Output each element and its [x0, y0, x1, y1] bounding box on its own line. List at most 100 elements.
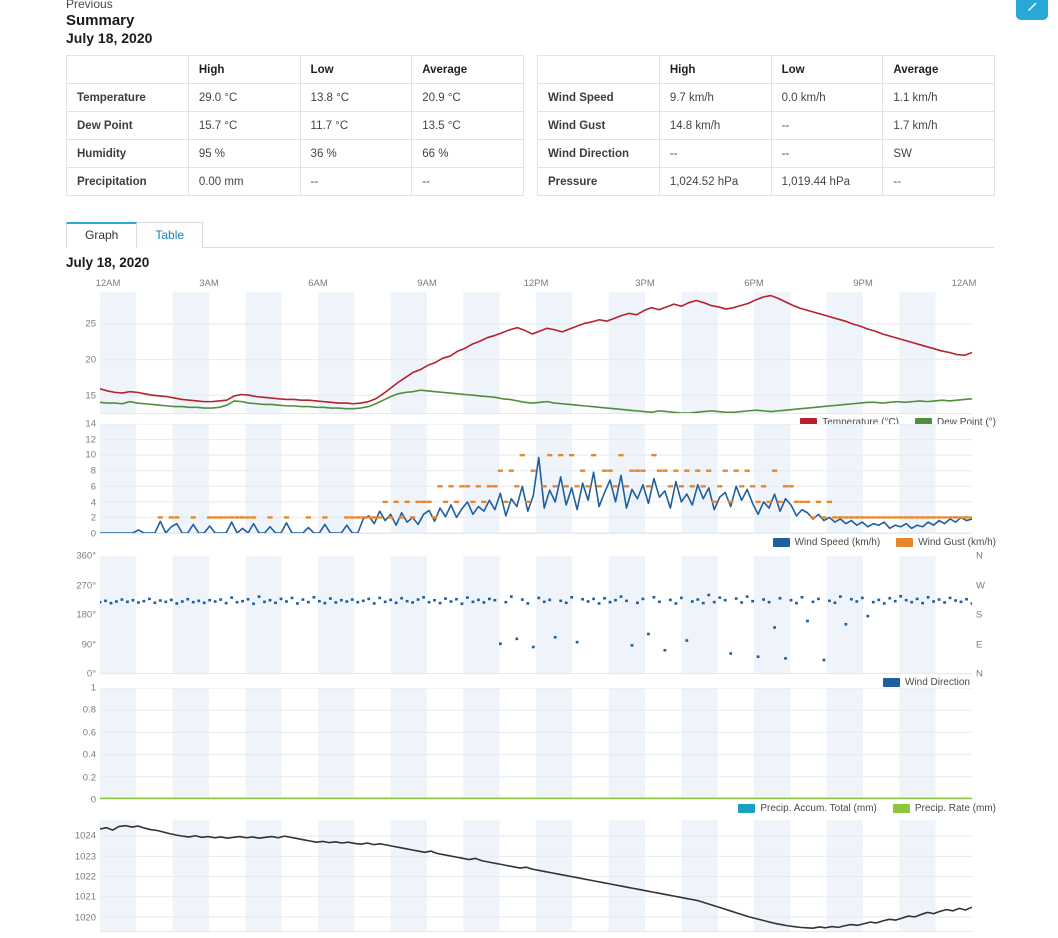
plot-temperature [100, 292, 972, 414]
chart-temperature: 12AM 3AM 6AM 9AM 12PM 3PM 6PM 9PM 12AM 15 20 25 Temp… [66, 278, 996, 430]
plot-pressure [100, 820, 972, 932]
y-tick-label: 0.2 [82, 772, 96, 784]
y-tick-label: 1021 [74, 891, 96, 903]
x-tick-label: 12PM [523, 278, 549, 289]
legend-item[interactable]: Wind Gust (km/h) [896, 537, 996, 548]
y-tick-label: 12 [85, 434, 96, 446]
y-tick-label: 1022 [74, 871, 96, 883]
x-tick-label: 3AM [199, 278, 219, 289]
plot-area-pressure: 1020 1021 1022 1023 1024 [66, 820, 996, 932]
chart-precipitation: 0 0.2 0.4 0.6 0.8 1 Precip. Accum. Total (mm) P… [66, 683, 996, 816]
x-tick-label: 3PM [635, 278, 655, 289]
view-tabs: Graph Table [66, 222, 994, 248]
legend-item[interactable]: Precip. Accum. Total (mm) [738, 803, 877, 814]
summary-table-right: High Low Average Wind Speed 9.7 km/h 0.0 k… [537, 55, 995, 196]
y-tick-label: 360° [76, 550, 96, 562]
plot-precipitation [100, 688, 972, 800]
legend-item[interactable]: Precip. Rate (mm) [892, 803, 996, 814]
previous-link[interactable]: Previous [66, 0, 113, 11]
cell-high: 29.0 °C [187, 83, 301, 112]
col-blank [66, 55, 189, 84]
col-low: Low [770, 55, 884, 84]
plot-wind [100, 424, 972, 534]
table-row: Dew Point 15.7 °C 11.7 °C 13.5 °C [66, 111, 524, 140]
cell-average: 66 % [411, 139, 524, 168]
cell-high: 9.7 km/h [658, 83, 772, 112]
plot-area-wind_direction: 0° 90° 180° 270° 360° N E S W N [66, 551, 996, 680]
cell-low: -- [770, 139, 884, 168]
y-tick-label: 0.8 [82, 704, 96, 716]
plot-area-precipitation: 0 0.2 0.4 0.6 0.8 1 [66, 683, 996, 806]
row-label: Humidity [66, 139, 189, 168]
chart-pressure: 1020 1021 1022 1023 1024 [66, 820, 996, 932]
y-axis-right-wind_direction: NESWN [970, 551, 996, 680]
tab-graph[interactable]: Graph [66, 222, 138, 248]
row-label: Wind Direction [537, 139, 660, 168]
cell-low: -- [770, 111, 884, 140]
right-table-body: Wind Speed 9.7 km/h 0.0 km/h 1.1 km/h Wind G… [537, 83, 995, 196]
x-tick-label: 9PM [853, 278, 873, 289]
col-high: High [187, 55, 301, 84]
row-label: Dew Point [66, 111, 189, 140]
cell-average: -- [411, 167, 524, 196]
y-tick-label: 0.4 [82, 749, 96, 761]
page-title: Summary [66, 12, 135, 29]
table-row: Pressure 1,024.52 hPa 1,019.44 hPa -- [537, 167, 995, 196]
y-axis-wind_direction: 0° 90° 180° 270° 360° [66, 551, 98, 680]
y-tick-label: 270° [76, 580, 96, 591]
edit-button[interactable] [1016, 0, 1048, 20]
cell-high: 15.7 °C [187, 111, 301, 140]
col-high: High [658, 55, 772, 84]
cell-high: 14.8 km/h [658, 111, 772, 140]
plot-wind_direction [100, 556, 972, 674]
row-label: Wind Speed [537, 83, 660, 112]
x-tick-label: 12AM [951, 278, 977, 289]
summary-date: July 18, 2020 [66, 30, 153, 46]
cell-average: 13.5 °C [411, 111, 524, 140]
pencil-icon [1025, 0, 1039, 13]
y-tick-label: 25 [85, 318, 96, 330]
cell-average: SW [882, 139, 995, 168]
weather-summary-page: Previous Summary July 18, 2020 High Low … [0, 0, 1058, 938]
table-row: Humidity 95 % 36 % 66 % [66, 139, 524, 168]
cell-high: -- [658, 139, 772, 168]
chart-wind: 0 2 4 6 8 10 12 14 Wind Speed (km/h) Wind Gust (k… [66, 419, 996, 550]
y-axis-wind: 0 2 4 6 8 10 12 14 [66, 419, 98, 540]
legend-label: Wind Gust (km/h) [918, 536, 996, 548]
y-tick-label: 6 [90, 481, 96, 493]
y-tick-label: 1024 [74, 830, 96, 842]
row-label: Pressure [537, 167, 660, 196]
y-tick-label: 20 [85, 354, 96, 366]
compass-tick-label: E [976, 639, 983, 650]
cell-low: 11.7 °C [299, 111, 413, 140]
y-tick-label: 2 [90, 512, 96, 524]
legend-precipitation: Precip. Accum. Total (mm) Precip. Rate (m… [66, 800, 996, 816]
legend-label: Precip. Accum. Total (mm) [760, 802, 877, 814]
legend-swatch [896, 537, 914, 547]
legend-swatch [772, 537, 790, 547]
x-axis-labels: 12AM 3AM 6AM 9AM 12PM 3PM 6PM 9PM 12AM [66, 278, 996, 292]
table-row: Wind Direction -- -- SW [537, 139, 995, 168]
row-label: Temperature [66, 83, 189, 112]
tab-table[interactable]: Table [136, 222, 204, 248]
cell-average: 1.1 km/h [882, 83, 995, 112]
y-tick-label: 14 [85, 418, 96, 430]
y-tick-label: 180° [76, 609, 96, 621]
col-blank [537, 55, 660, 84]
chart-wind_direction: 0° 90° 180° 270° 360° N E S W N Wind Direction [66, 551, 996, 690]
y-tick-label: 4 [90, 497, 96, 509]
plot-area-wind: 0 2 4 6 8 10 12 14 [66, 419, 996, 540]
legend-swatch [882, 677, 900, 687]
y-tick-label: 1020 [74, 912, 96, 924]
table-row: Precipitation 0.00 mm -- -- [66, 167, 524, 196]
x-tick-label: 6AM [308, 278, 328, 289]
legend-item[interactable]: Wind Speed (km/h) [772, 536, 881, 548]
cell-low: 36 % [299, 139, 413, 168]
y-axis-precipitation: 0 0.2 0.4 0.6 0.8 1 [66, 683, 98, 806]
chart-date-label: July 18, 2020 [66, 255, 150, 270]
legend-wind: Wind Speed (km/h) Wind Gust (km/h) [66, 534, 996, 550]
legend-label: Wind Speed (km/h) [794, 536, 881, 548]
y-axis-temperature: 15 20 25 [66, 292, 98, 414]
cell-low: 1,019.44 hPa [770, 167, 884, 196]
legend-item[interactable]: Wind Direction [882, 677, 970, 688]
